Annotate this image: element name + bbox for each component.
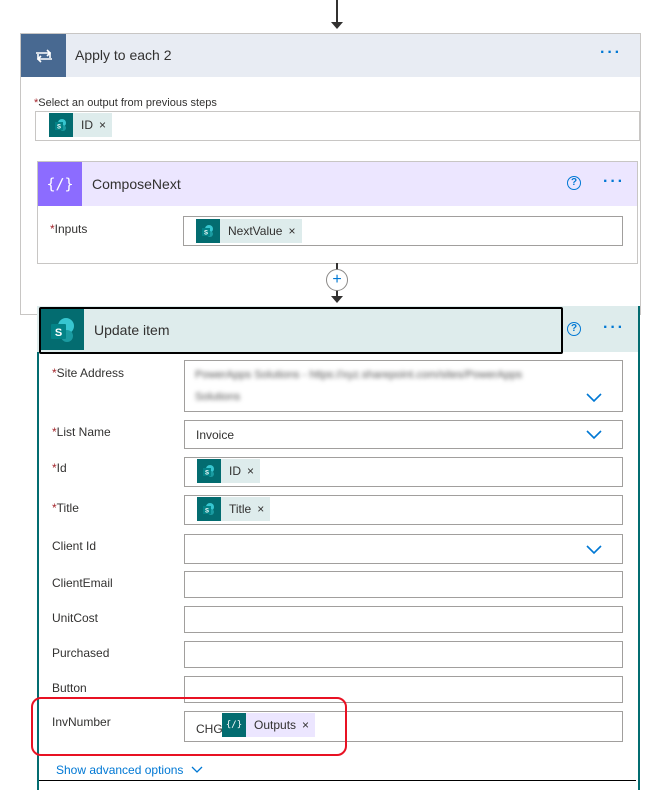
advanced-link-label: Show advanced options: [56, 763, 184, 777]
sharepoint-icon: S: [197, 497, 221, 521]
button-label: Button: [52, 681, 87, 695]
purchased-field[interactable]: [184, 641, 623, 668]
svg-text:S: S: [205, 509, 209, 515]
plus-circle-icon[interactable]: +: [326, 269, 348, 291]
unit-cost-field[interactable]: [184, 606, 623, 633]
card-bottom-edge: [39, 780, 636, 781]
chevron-down-icon[interactable]: [586, 393, 602, 403]
compose-title: ComposeNext: [92, 176, 181, 192]
site-address-value-line2: Solutions: [195, 391, 241, 403]
client-id-label: Client Id: [52, 539, 97, 553]
unit-cost-label: UnitCost: [52, 611, 99, 625]
apply-to-each-header[interactable]: Apply to each 2 ···: [21, 34, 640, 77]
client-email-field[interactable]: [184, 571, 623, 598]
select-output-label: *Select an output from previous steps: [34, 97, 217, 109]
nextvalue-token[interactable]: S NextValue ×: [196, 219, 302, 243]
apply-to-each-title: Apply to each 2: [75, 47, 172, 63]
title-label: *Title: [52, 501, 79, 515]
chevron-down-icon[interactable]: [586, 430, 602, 440]
site-address-value-line1: PowerApps Solutions - https://xyz.sharep…: [195, 369, 523, 381]
token-remove-icon[interactable]: ×: [286, 224, 301, 238]
compose-more-options-icon[interactable]: ···: [603, 173, 625, 191]
list-name-label: *List Name: [52, 425, 111, 439]
token-label: Title: [229, 502, 252, 516]
token-remove-icon[interactable]: ×: [97, 118, 112, 132]
chevron-down-icon[interactable]: [586, 545, 602, 555]
token-remove-icon[interactable]: ×: [245, 464, 260, 478]
chevron-down-icon: [191, 766, 203, 773]
compose-header[interactable]: {∕} ComposeNext ? ···: [38, 162, 637, 206]
id-token[interactable]: S ID ×: [197, 459, 261, 483]
inputs-label: *Inputs: [50, 222, 88, 236]
id-label: *Id: [52, 461, 67, 475]
token-label: ID: [229, 464, 241, 478]
compose-braces-icon: {∕}: [38, 162, 82, 206]
site-address-label: *Site Address: [52, 366, 125, 380]
loop-icon: [21, 34, 66, 77]
update-more-options-icon[interactable]: ···: [603, 319, 625, 337]
id-token[interactable]: S ID ×: [49, 113, 113, 137]
svg-text:S: S: [204, 231, 208, 237]
token-label: NextValue: [228, 224, 283, 238]
client-id-field[interactable]: [184, 534, 623, 564]
list-name-value: Invoice: [196, 428, 235, 442]
svg-text:S: S: [54, 327, 61, 339]
help-icon[interactable]: ?: [567, 322, 581, 336]
purchased-label: Purchased: [52, 646, 110, 660]
sharepoint-icon: S: [41, 309, 84, 350]
token-label: ID: [81, 118, 93, 132]
show-advanced-options-link[interactable]: Show advanced options: [56, 763, 203, 777]
client-email-label: ClientEmail: [52, 576, 113, 590]
svg-text:S: S: [57, 125, 61, 131]
help-icon[interactable]: ?: [567, 176, 581, 190]
title-token[interactable]: S Title ×: [197, 497, 271, 521]
sharepoint-icon: S: [49, 113, 73, 137]
token-remove-icon[interactable]: ×: [255, 502, 270, 516]
compose-card: {∕} ComposeNext ? ··· *Inputs S NextValu…: [37, 161, 638, 264]
site-address-field[interactable]: PowerApps Solutions - https://xyz.sharep…: [184, 360, 623, 412]
apply-more-options-icon[interactable]: ···: [600, 44, 622, 62]
sharepoint-icon: S: [196, 219, 220, 243]
update-item-title: Update item: [94, 322, 170, 338]
select-output-field[interactable]: [35, 111, 640, 141]
list-name-field[interactable]: Invoice: [184, 420, 623, 449]
highlight-annotation: [31, 697, 347, 756]
sharepoint-icon: S: [197, 459, 221, 483]
svg-text:S: S: [205, 471, 209, 477]
